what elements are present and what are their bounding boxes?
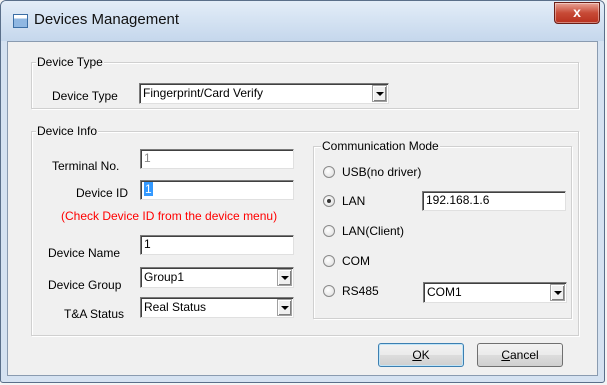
device-info-legend: Device Info: [36, 124, 99, 138]
cancel-label-rest: ancel: [509, 348, 539, 362]
rs485-radio-label[interactable]: RS485: [342, 284, 379, 298]
device-id-field[interactable]: 1: [140, 180, 294, 200]
device-group-select[interactable]: Group1: [140, 267, 294, 288]
usb-radio-label[interactable]: USB(no driver): [342, 165, 421, 179]
device-group-value: Group1: [144, 270, 185, 284]
terminal-no-field[interactable]: 1: [140, 149, 294, 169]
chevron-down-icon[interactable]: [277, 299, 292, 316]
title-bar[interactable]: Devices Management x: [1, 1, 604, 41]
dialog-body: Device Type Device Type Fingerprint/Card…: [7, 41, 598, 376]
lan-ip-value: 192.168.1.6: [426, 193, 490, 207]
com-radio-label[interactable]: COM: [342, 254, 370, 268]
rs485-port-value: COM1: [427, 285, 462, 299]
ok-mnemonic: O: [412, 348, 422, 362]
device-type-value: Fingerprint/Card Verify: [143, 86, 264, 100]
communication-mode-legend: Communication Mode: [321, 139, 440, 153]
lan-client-radio[interactable]: [323, 225, 335, 237]
close-button[interactable]: x: [554, 2, 600, 24]
device-id-value: 1: [144, 182, 153, 196]
devices-management-window: Devices Management x Device Type Device …: [0, 0, 605, 383]
chevron-down-icon[interactable]: [550, 284, 565, 301]
lan-ip-field[interactable]: 192.168.1.6: [422, 191, 566, 211]
device-name-value: 1: [144, 237, 151, 251]
ok-label-rest: K: [421, 348, 430, 362]
ta-status-label: T&A Status: [64, 307, 125, 321]
device-type-legend: Device Type: [36, 55, 104, 69]
device-id-hint: (Check Device ID from the device menu): [61, 209, 278, 223]
chevron-down-icon[interactable]: [277, 269, 292, 286]
device-name-label: Device Name: [48, 246, 121, 260]
window-title: Devices Management: [34, 11, 180, 28]
ta-status-value: Real Status: [144, 300, 207, 314]
lan-radio[interactable]: [323, 195, 335, 207]
device-type-label: Device Type: [52, 89, 118, 103]
terminal-no-value: 1: [144, 151, 151, 165]
device-group-label: Device Group: [48, 278, 122, 292]
lan-client-radio-label[interactable]: LAN(Client): [342, 224, 404, 238]
cancel-button[interactable]: Cancel: [477, 343, 563, 367]
lan-radio-label[interactable]: LAN: [342, 194, 365, 208]
device-id-label: Device ID: [76, 186, 129, 200]
ok-button[interactable]: OK: [378, 343, 464, 367]
usb-radio[interactable]: [323, 166, 335, 178]
com-radio[interactable]: [323, 255, 335, 267]
terminal-no-label: Terminal No.: [52, 159, 120, 173]
rs485-port-select[interactable]: COM1: [423, 282, 567, 303]
device-name-field[interactable]: 1: [140, 235, 294, 255]
chevron-down-icon[interactable]: [372, 85, 387, 102]
cancel-mnemonic: C: [501, 348, 510, 362]
rs485-radio[interactable]: [323, 285, 335, 297]
ta-status-select[interactable]: Real Status: [140, 297, 294, 318]
window-icon: [13, 14, 28, 28]
device-type-select[interactable]: Fingerprint/Card Verify: [139, 83, 389, 104]
